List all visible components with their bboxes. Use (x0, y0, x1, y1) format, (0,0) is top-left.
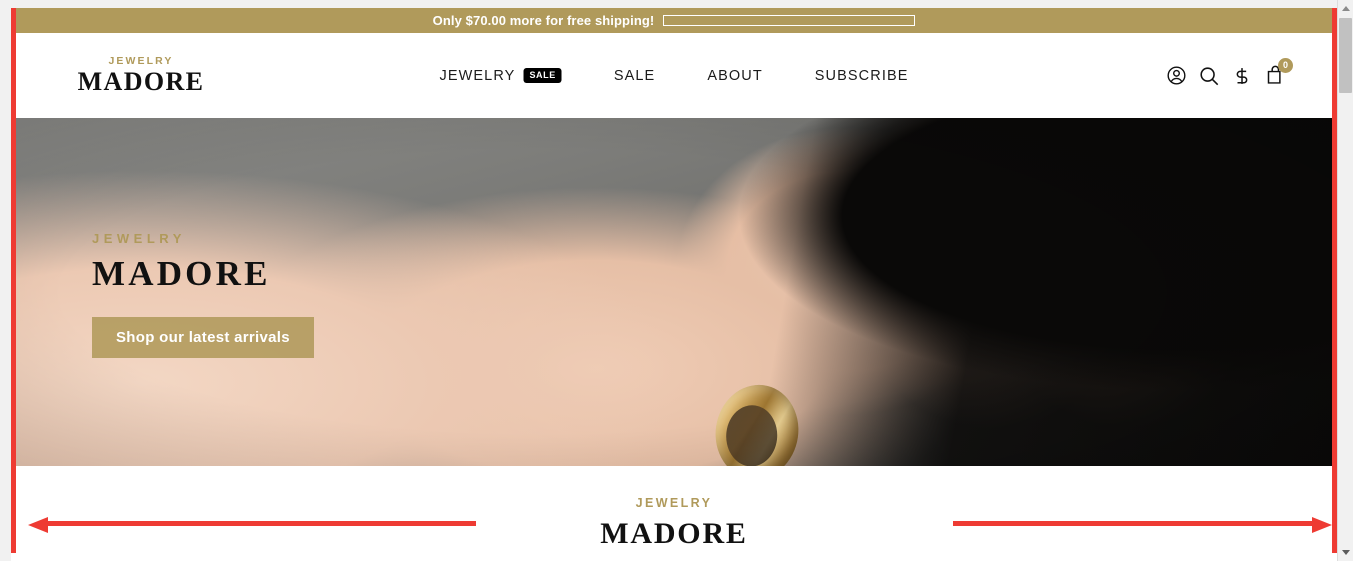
free-shipping-progress-bar (663, 15, 916, 26)
cart-count-badge: 0 (1278, 57, 1293, 73)
annotation-arrow-left-head (28, 517, 48, 533)
hero-eyebrow: JEWELRY (92, 231, 186, 246)
lower-brand-eyebrow: JEWELRY (635, 496, 713, 510)
hero-title: MADORE (92, 254, 271, 293)
nav-sale-badge: SALE (523, 68, 562, 83)
annotation-arrow-left (28, 517, 476, 533)
account-icon[interactable] (1162, 62, 1190, 90)
annotation-arrow-right (953, 517, 1332, 533)
nav-item-jewelry-label: JEWELRY (439, 67, 516, 84)
lower-brand-name: MADORE (600, 517, 748, 550)
annotation-arrow-right-shaft (953, 521, 1314, 526)
free-shipping-message: Only $70.00 more for free shipping! (432, 13, 655, 28)
annotation-arrow-left-shaft (46, 521, 476, 526)
nav-item-subscribe[interactable]: SUBSCRIBE (815, 68, 909, 84)
main-navigation: JEWELRY SALE SALE ABOUT SUBSCRIBE (440, 68, 909, 84)
header-actions: 0 (1162, 57, 1293, 90)
site-logo[interactable]: JEWELRY MADORE (66, 56, 216, 96)
vertical-scrollbar[interactable] (1337, 0, 1353, 561)
hero-content: JEWELRY MADORE Shop our latest arrivals (92, 231, 522, 358)
hero-banner: JEWELRY MADORE Shop our latest arrivals (11, 118, 1337, 466)
nav-item-about[interactable]: ABOUT (707, 68, 762, 84)
nav-item-about-label: ABOUT (707, 67, 763, 84)
browser-viewport: Only $70.00 more for free shipping! JEWE… (0, 0, 1353, 561)
announcement-bar: Only $70.00 more for free shipping! (11, 8, 1337, 33)
page-content: Only $70.00 more for free shipping! JEWE… (11, 8, 1337, 561)
site-logo-name: MADORE (77, 67, 205, 97)
nav-item-subscribe-label: SUBSCRIBE (814, 67, 909, 84)
scrollbar-thumb[interactable] (1339, 18, 1352, 93)
site-header: JEWELRY MADORE JEWELRY SALE SALE ABOUT S… (11, 33, 1337, 118)
annotation-arrow-right-head (1312, 517, 1332, 533)
shop-latest-arrivals-button[interactable]: Shop our latest arrivals (92, 317, 314, 358)
nav-item-jewelry[interactable]: JEWELRY SALE (440, 68, 562, 84)
search-icon[interactable] (1195, 62, 1223, 90)
lower-brand-section: JEWELRY MADORE (11, 466, 1337, 551)
cart-icon[interactable]: 0 (1261, 57, 1293, 90)
currency-dollar-icon[interactable] (1228, 62, 1256, 90)
nav-item-sale[interactable]: SALE (614, 68, 655, 84)
scroll-down-arrow-icon[interactable] (1338, 544, 1353, 561)
nav-item-sale-label: SALE (613, 67, 656, 84)
annotation-border-left (11, 8, 16, 553)
site-logo-eyebrow: JEWELRY (108, 54, 174, 67)
scroll-up-arrow-icon[interactable] (1338, 0, 1353, 17)
